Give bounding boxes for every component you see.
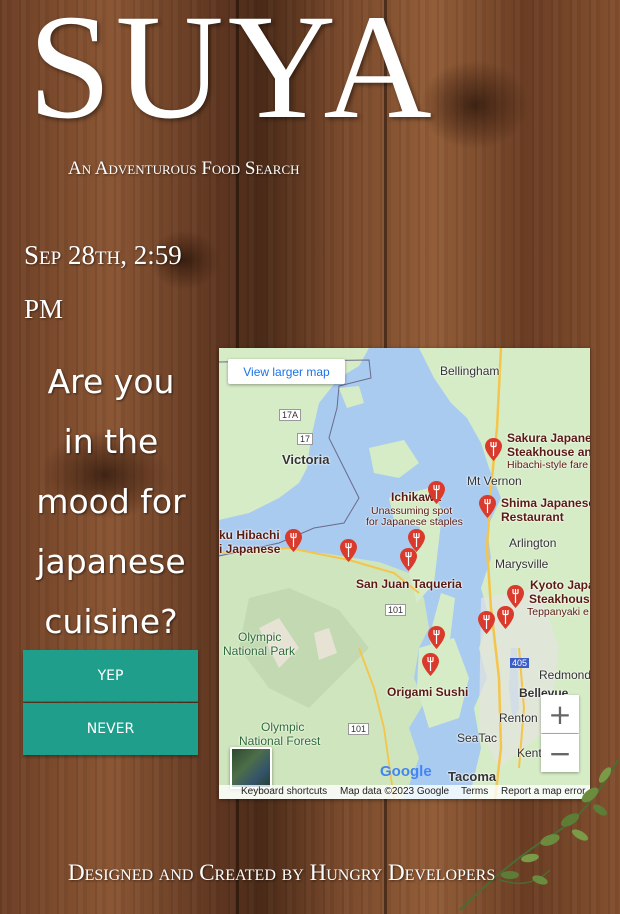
map-label-san-juan-taqueria: San Juan Taqueria [356,577,462,591]
map-label-sakura-2: Steakhouse an [507,445,590,459]
yep-button[interactable]: YEP [23,650,198,702]
road-shield-101: 101 [348,723,370,735]
map-label-marysville: Marysville [495,557,549,571]
map-data-credit: Map data ©2023 Google [340,786,450,797]
restaurant-pin-icon[interactable] [478,611,495,634]
road-shield-405: 405 [510,658,530,668]
restaurant-pin-icon[interactable] [485,438,502,461]
map-label-olympic-nf-2: National Forest [239,734,321,748]
restaurant-pin-icon[interactable] [479,495,496,518]
map-label-redmond: Redmond [539,668,590,682]
google-logo-text: Google [380,763,432,780]
road-shield-101: 101 [385,604,407,616]
map-label-bellingham: Bellingham [440,364,500,378]
never-button[interactable]: NEVER [23,703,198,755]
road-shield-17: 17 [297,433,314,445]
map-label-origami-sushi: Origami Sushi [387,685,469,699]
map-label-ichikawa-note-2: for Japanese staples [366,516,463,528]
keyboard-shortcuts-link[interactable]: Keyboard shortcuts [241,786,327,797]
restaurant-pin-icon[interactable] [285,529,302,552]
restaurant-pin-icon[interactable] [422,653,439,676]
restaurant-pin-icon[interactable] [428,626,445,649]
map-label-kyoto-3: Teppanyaki e [527,606,589,618]
restaurant-pin-icon[interactable] [428,481,445,504]
map-label-kyoto-2: Steakhous [529,592,590,606]
map-label-arlington: Arlington [509,536,557,550]
map-label-shima-2: Restaurant [501,510,564,524]
satellite-toggle[interactable] [230,747,272,789]
map-label-sakura-1: Sakura Japane [507,431,590,445]
google-logo: Google [380,763,432,780]
restaurant-pin-icon[interactable] [497,606,514,629]
restaurant-map[interactable]: Bellingham Victoria Mt Vernon Ichikawa U… [219,348,590,799]
map-label-mt-vernon: Mt Vernon [467,474,522,488]
zoom-in-button[interactable]: + [541,695,579,733]
map-label-kyoto-1: Kyoto Japa [530,578,590,592]
map-label-shima-1: Shima Japanese [501,496,590,510]
app-title: SUYA [28,0,436,150]
map-label-renton: Renton [499,711,538,725]
current-datetime: Sep 28th, 2:59 PM [24,240,182,324]
herb-decoration [459,759,619,911]
footer-credit: Designed and Created by Hungry Developer… [68,860,496,885]
cuisine-question: Are you in the mood for japanese cuisine… [36,362,186,641]
app-subtitle: An Adventurous Food Search [68,158,300,179]
map-label-sakura-3: Hibachi-style fare [507,459,589,471]
road-shield-17a: 17A [279,409,302,421]
restaurant-pin-icon[interactable] [400,548,417,571]
map-label-victoria: Victoria [282,452,330,467]
map-label-olympic-nf-1: Olympic [261,720,305,734]
view-larger-map-link[interactable]: View larger map [228,359,345,384]
map-label-hibachi-1: ku Hibachi [219,528,280,542]
restaurant-pin-icon[interactable] [340,539,357,562]
map-label-olympic-np-1: Olympic [238,630,282,644]
restaurant-pin-icon[interactable] [507,585,524,608]
map-label-olympic-np-2: National Park [223,644,296,658]
wood-knot [420,60,530,150]
map-label-hibachi-2: i Japanese [219,542,281,556]
